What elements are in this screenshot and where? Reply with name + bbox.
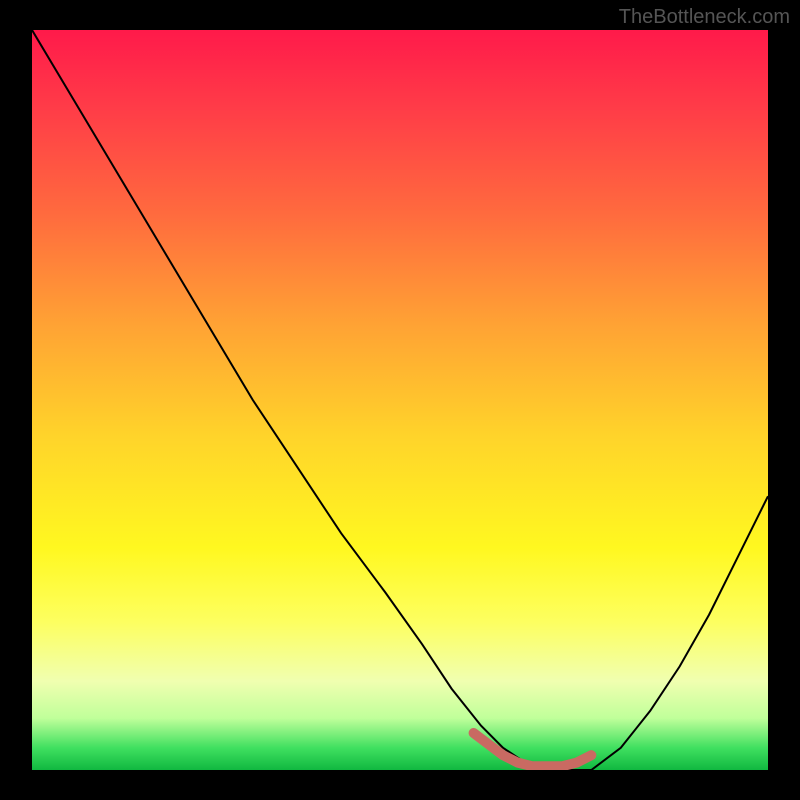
chart-plot-area: [32, 30, 768, 770]
chart-svg: [32, 30, 768, 770]
watermark-text: TheBottleneck.com: [619, 6, 790, 29]
optimal-range-marker: [474, 733, 592, 766]
bottleneck-curve: [32, 30, 768, 770]
